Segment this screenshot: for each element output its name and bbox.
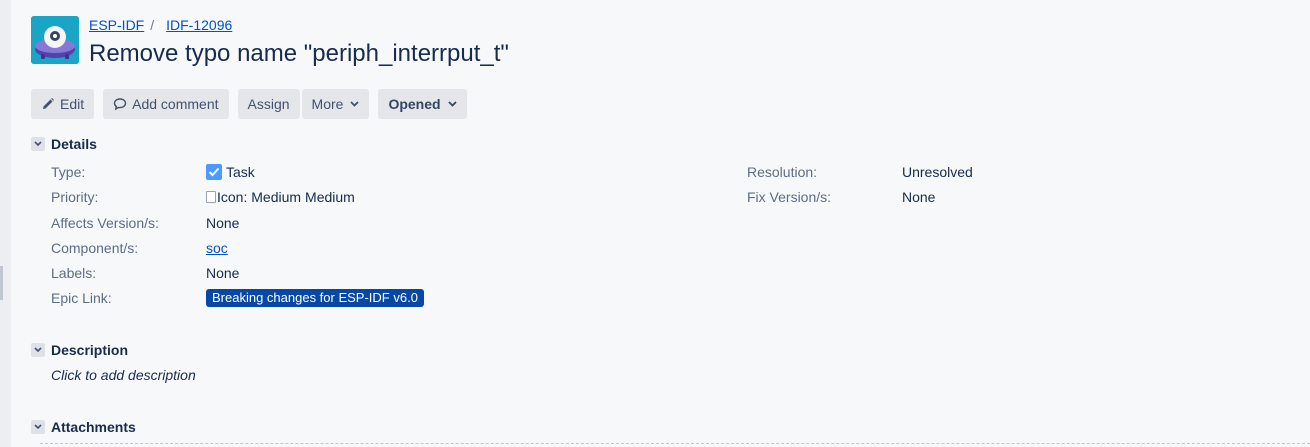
labels-value: None — [206, 265, 240, 281]
breadcrumb-issue-link[interactable]: IDF-12096 — [166, 17, 232, 33]
add-comment-button-label: Add comment — [132, 96, 219, 112]
fix-version-label: Fix Version/s: — [747, 189, 832, 205]
add-comment-button[interactable]: Add comment — [103, 89, 229, 119]
pencil-icon — [43, 98, 54, 109]
description-section-header[interactable]: Description — [31, 342, 128, 358]
left-sidebar-edge — [0, 0, 11, 447]
priority-value: Icon: Medium Medium — [206, 189, 355, 205]
labels-label: Labels: — [51, 265, 97, 281]
more-button[interactable]: More — [301, 89, 370, 119]
sidebar-collapse-handle[interactable] — [0, 266, 3, 300]
epic-link-tag[interactable]: Breaking changes for ESP-IDF v6.0 — [206, 289, 424, 307]
chevron-down-icon — [34, 141, 42, 147]
project-avatar[interactable] — [31, 16, 79, 64]
issue-page: ESP-IDF / IDF-12096 Remove typo name "pe… — [0, 0, 1310, 447]
status-opened-button[interactable]: Opened — [378, 89, 467, 119]
affects-version-value: None — [206, 215, 240, 231]
component-label: Component/s: — [51, 240, 139, 256]
assign-button[interactable]: Assign — [237, 89, 300, 119]
broken-priority-image-icon: Icon: Medium — [206, 189, 301, 205]
type-label: Type: — [51, 164, 86, 180]
resolution-label: Resolution: — [747, 164, 818, 180]
chevron-down-icon — [34, 424, 42, 430]
resolution-value: Unresolved — [902, 164, 973, 180]
breadcrumb: ESP-IDF / IDF-12096 — [89, 17, 232, 33]
details-collapse-toggle[interactable] — [31, 137, 45, 151]
edit-button[interactable]: Edit — [31, 89, 95, 119]
attachments-section-header[interactable]: Attachments — [31, 419, 136, 435]
attachments-collapse-toggle[interactable] — [31, 420, 45, 434]
chevron-down-icon — [34, 347, 42, 353]
ufo-avatar-icon — [31, 16, 79, 64]
affects-version-label: Affects Version/s: — [51, 215, 159, 231]
fix-version-value: None — [902, 189, 936, 205]
breadcrumb-project-link[interactable]: ESP-IDF — [89, 17, 144, 33]
details-heading: Details — [51, 136, 97, 152]
issue-title[interactable]: Remove typo name "periph_interrput_t" — [89, 40, 509, 68]
breadcrumb-separator: / — [150, 17, 155, 33]
task-check-icon — [206, 164, 222, 180]
attachments-drop-zone[interactable] — [40, 443, 1310, 444]
type-value-text: Task — [226, 164, 255, 180]
issue-toolbar: Edit Add comment Assign More Opened — [31, 89, 467, 119]
comment-icon — [113, 98, 127, 111]
edit-button-label: Edit — [60, 96, 85, 112]
attachments-heading: Attachments — [51, 419, 136, 435]
description-placeholder[interactable]: Click to add description — [51, 367, 196, 383]
component-value: soc — [206, 240, 228, 256]
details-section-header[interactable]: Details — [31, 136, 97, 152]
priority-label: Priority: — [51, 189, 99, 205]
description-heading: Description — [51, 342, 129, 358]
assign-button-label: Assign — [247, 96, 290, 112]
priority-icon-alt-text: Icon: Medium — [217, 189, 302, 205]
type-value: Task — [206, 164, 255, 180]
priority-value-text: Medium — [305, 189, 355, 205]
description-collapse-toggle[interactable] — [31, 343, 45, 357]
epic-link-label: Epic Link: — [51, 290, 112, 306]
status-button-label: Opened — [388, 96, 441, 112]
chevron-down-icon — [350, 101, 360, 107]
epic-link-value: Breaking changes for ESP-IDF v6.0 — [206, 289, 424, 307]
component-soc-link[interactable]: soc — [206, 240, 228, 256]
chevron-down-icon — [447, 101, 457, 107]
more-button-label: More — [311, 96, 344, 112]
